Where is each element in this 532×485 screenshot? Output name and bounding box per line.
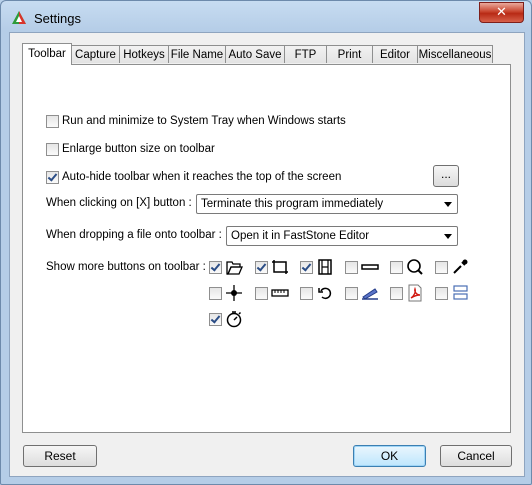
tool-crop-region[interactable] [255, 258, 291, 276]
tool-window-stack[interactable] [435, 284, 471, 302]
tool-checkbox[interactable] [255, 287, 268, 300]
chevron-down-icon [444, 234, 452, 239]
window-stack-icon [453, 285, 468, 300]
toolbar-tab-panel: Run and minimize to System Tray when Win… [22, 64, 511, 433]
crosshair-icon [226, 285, 242, 301]
tray-option[interactable]: Run and minimize to System Tray when Win… [46, 113, 346, 129]
autohide-checkbox[interactable] [46, 170, 59, 184]
tool-open-folder[interactable] [209, 258, 245, 276]
tab-hotkeys[interactable]: Hotkeys [119, 45, 169, 63]
tool-checkbox[interactable] [435, 287, 448, 300]
dialog-body: Toolbar Capture Hotkeys File Name Auto S… [9, 32, 525, 477]
more-buttons-label: Show more buttons on toolbar : [46, 261, 206, 273]
enlarge-checkbox[interactable] [46, 142, 59, 156]
open-folder-icon [226, 261, 243, 275]
tool-color-picker[interactable] [435, 258, 471, 276]
close-action-value: Terminate this program immediately [201, 198, 384, 210]
tool-checkbox[interactable] [345, 261, 358, 274]
tool-timer[interactable] [209, 310, 245, 328]
ruler-icon [271, 289, 289, 297]
tool-checkbox[interactable] [255, 261, 268, 274]
close-action-label: When clicking on [X] button : [46, 197, 192, 209]
tool-checkbox[interactable] [209, 261, 222, 274]
tab-toolbar[interactable]: Toolbar [22, 43, 72, 65]
close-action-dropdown[interactable]: Terminate this program immediately [196, 194, 458, 214]
tab-auto-save[interactable]: Auto Save [225, 45, 285, 63]
tool-checkbox[interactable] [435, 261, 448, 274]
autohide-label: Auto-hide toolbar when it reaches the to… [62, 171, 342, 183]
autohide-settings-button[interactable]: ... [433, 165, 459, 187]
tool-crosshair[interactable] [209, 284, 245, 302]
cancel-button[interactable]: Cancel [440, 445, 512, 467]
color-picker-icon [453, 259, 468, 274]
film-strip-icon [318, 259, 332, 275]
tool-checkbox[interactable] [345, 287, 358, 300]
ok-button[interactable]: OK [353, 445, 426, 467]
reset-button[interactable]: Reset [23, 445, 97, 467]
crop-region-icon [272, 260, 288, 274]
drop-action-dropdown[interactable]: Open it in FastStone Editor [226, 226, 458, 246]
tool-scanner[interactable] [345, 284, 381, 302]
tab-print[interactable]: Print [326, 45, 373, 63]
enlarge-label: Enlarge button size on toolbar [62, 143, 215, 155]
tool-checkbox[interactable] [390, 287, 403, 300]
tool-checkbox[interactable] [390, 261, 403, 274]
drop-action-value: Open it in FastStone Editor [231, 230, 370, 242]
tool-minimize-bar[interactable] [345, 258, 381, 276]
tab-capture[interactable]: Capture [71, 45, 120, 63]
tool-checkbox[interactable] [209, 313, 222, 326]
tool-ruler[interactable] [255, 284, 291, 302]
tool-pdf[interactable] [390, 284, 426, 302]
tab-file-name[interactable]: File Name [168, 45, 226, 63]
tray-label: Run and minimize to System Tray when Win… [62, 115, 346, 127]
title-bar[interactable]: Settings ✕ [1, 1, 531, 33]
enlarge-option[interactable]: Enlarge button size on toolbar [46, 141, 215, 157]
tab-miscellaneous[interactable]: Miscellaneous [417, 45, 493, 63]
scanner-icon [362, 288, 378, 300]
settings-window: Settings ✕ Toolbar Capture Hotkeys File … [0, 0, 532, 485]
tool-checkbox[interactable] [300, 261, 313, 274]
tool-checkbox[interactable] [300, 287, 313, 300]
undo-arrow-icon [318, 287, 332, 300]
tab-editor[interactable]: Editor [372, 45, 418, 63]
close-button[interactable]: ✕ [479, 2, 524, 23]
chevron-down-icon [444, 202, 452, 207]
timer-icon [226, 311, 242, 328]
window-title: Settings [34, 11, 81, 26]
drop-action-label: When dropping a file onto toolbar : [46, 229, 222, 241]
tray-checkbox[interactable] [46, 114, 59, 128]
pdf-icon [408, 284, 422, 302]
minimize-bar-icon [361, 264, 379, 270]
magnifier-icon [407, 259, 423, 275]
autohide-option[interactable]: Auto-hide toolbar when it reaches the to… [46, 169, 341, 185]
tab-ftp[interactable]: FTP [284, 45, 327, 63]
tool-magnifier[interactable] [390, 258, 426, 276]
tool-undo-arrow[interactable] [300, 284, 336, 302]
tool-film-strip[interactable] [300, 258, 336, 276]
app-logo-icon [12, 11, 26, 24]
tool-checkbox[interactable] [209, 287, 222, 300]
